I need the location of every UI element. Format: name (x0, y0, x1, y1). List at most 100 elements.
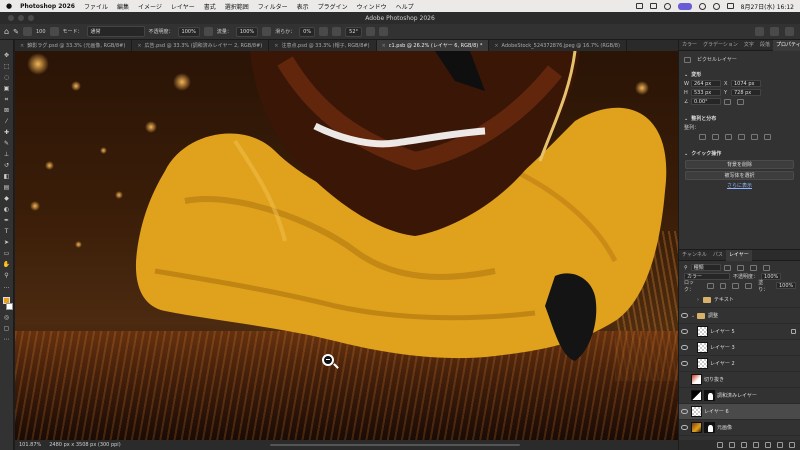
height-field[interactable]: 533 px (691, 89, 721, 96)
airbrush-icon[interactable] (262, 27, 272, 36)
brush-angle-field[interactable]: 52° (345, 26, 363, 37)
chevron-down-icon[interactable]: ⌄ (691, 313, 695, 319)
menu-plugins[interactable]: プラグイン (318, 2, 348, 11)
search-icon[interactable] (770, 27, 779, 36)
opacity-field[interactable]: 100% (177, 26, 200, 37)
menu-image[interactable]: イメージ (138, 2, 162, 11)
y-field[interactable]: 728 px (731, 89, 761, 96)
visibility-eye-icon[interactable] (681, 425, 688, 430)
chevron-right-icon[interactable]: › (697, 297, 701, 303)
filter-pixel-icon[interactable] (723, 264, 731, 271)
remove-background-button[interactable]: 背景を削除 (685, 160, 794, 169)
eraser-tool-icon[interactable]: ◧ (3, 173, 11, 180)
workspace-icon[interactable] (785, 27, 794, 36)
clock[interactable]: 8月27日(水) 16:12 (741, 2, 794, 11)
doc-tab[interactable]: × 注意点.psd @ 33.3% (帽子, RGB/8#) (269, 40, 377, 51)
flow-field[interactable]: 100% (235, 26, 259, 37)
filter-adjust-icon[interactable] (736, 264, 744, 271)
layer-row-original[interactable]: 元画像 (679, 420, 800, 436)
display-icon[interactable] (635, 3, 643, 9)
close-tab-icon[interactable]: × (137, 43, 141, 49)
align-left-icon[interactable] (699, 133, 706, 140)
layer-row-text-group[interactable]: › テキスト (679, 292, 800, 308)
share-icon[interactable] (755, 27, 764, 36)
layer-mask-thumbnail[interactable] (704, 422, 715, 433)
brush-preset-picker[interactable] (22, 27, 32, 36)
layer-style-icon[interactable] (729, 442, 735, 448)
visibility-eye-icon[interactable] (681, 329, 688, 334)
tab-channels[interactable]: チャンネル (679, 250, 710, 261)
control-center-icon[interactable] (726, 3, 734, 9)
tab-character[interactable]: 文字 (741, 40, 757, 51)
crop-tool-icon[interactable]: ⌗ (3, 96, 11, 103)
select-subject-button[interactable]: 被写体を選択 (685, 171, 794, 180)
home-icon[interactable]: ⌂ (4, 27, 9, 36)
brush-tool-icon[interactable]: ✎ (3, 140, 11, 147)
type-tool-icon[interactable]: T (3, 228, 11, 235)
visibility-eye-icon[interactable] (681, 377, 688, 382)
gradient-tool-icon[interactable]: ▤ (3, 184, 11, 191)
creative-cloud-icon[interactable] (663, 2, 671, 10)
object-select-tool-icon[interactable]: ▣ (3, 85, 11, 92)
layer-mask-thumbnail[interactable] (704, 390, 715, 401)
frame-tool-icon[interactable]: ⊠ (3, 107, 11, 114)
tab-paths[interactable]: パス (710, 250, 726, 261)
layer-row-harmonized[interactable]: 調和済みレイヤー (679, 388, 800, 404)
filter-type-icon[interactable] (749, 264, 757, 271)
delete-layer-icon[interactable] (789, 442, 795, 448)
new-adjustment-icon[interactable] (753, 442, 759, 448)
brush-angle-icon[interactable] (332, 27, 342, 36)
lasso-tool-icon[interactable]: ◌ (3, 74, 11, 81)
history-brush-tool-icon[interactable]: ↺ (3, 162, 11, 169)
menu-type[interactable]: 書式 (204, 2, 216, 11)
menu-filter[interactable]: フィルター (258, 2, 288, 11)
menu-file[interactable]: ファイル (84, 2, 108, 11)
brush-settings-icon[interactable] (49, 27, 59, 36)
eyedropper-tool-icon[interactable]: ⁄ (3, 118, 11, 125)
lock-transparent-icon[interactable] (706, 282, 714, 289)
align-bottom-icon[interactable] (764, 133, 771, 140)
shape-tool-icon[interactable]: ▭ (3, 250, 11, 257)
fill-field[interactable]: 100% (775, 282, 796, 289)
lock-all-icon[interactable] (745, 282, 753, 289)
menu-app-name[interactable]: Photoshop 2026 (20, 3, 75, 10)
lock-pixels-icon[interactable] (719, 282, 727, 289)
clone-stamp-tool-icon[interactable]: ⊥ (3, 151, 11, 158)
layer-row-adjust-group[interactable]: ⌄ 調整 (679, 308, 800, 324)
angle-field[interactable]: 0.00° (691, 98, 721, 105)
link-layers-icon[interactable] (717, 442, 723, 448)
tab-properties[interactable]: プロパティ (772, 39, 800, 51)
screen-mode-icon[interactable]: ▢ (3, 325, 11, 332)
menu-select[interactable]: 選択範囲 (225, 2, 249, 11)
doc-tab[interactable]: × 広告.psd @ 33.3% (調和済みレイヤー 2, RGB/8#) (132, 40, 270, 51)
menu-window[interactable]: ウィンドウ (357, 2, 387, 11)
align-right-icon[interactable] (725, 133, 732, 140)
align-section[interactable]: ⌄ 整列と分布 (679, 114, 800, 123)
edit-toolbar-icon[interactable]: ⋯ (3, 336, 11, 343)
wifi-icon[interactable] (698, 2, 706, 10)
document-info[interactable]: 2480 px x 3508 px (300 ppi) (49, 442, 120, 448)
marquee-tool-icon[interactable]: ⬚ (3, 63, 11, 70)
layer-row-5[interactable]: レイヤー 5 (679, 324, 800, 340)
smoothing-field[interactable]: 0% (299, 26, 316, 37)
symmetry-icon[interactable] (379, 27, 389, 36)
layer-row-cutout[interactable]: 切り抜き (679, 372, 800, 388)
close-tab-icon[interactable]: × (382, 43, 386, 49)
visibility-eye-icon[interactable] (681, 313, 688, 318)
align-center-v-icon[interactable] (751, 133, 758, 140)
align-top-icon[interactable] (738, 133, 745, 140)
tab-color[interactable]: カラー (679, 40, 700, 51)
pressure-opacity-icon[interactable] (203, 27, 213, 36)
pen-tool-icon[interactable]: ✒ (3, 217, 11, 224)
close-tab-icon[interactable]: × (494, 43, 498, 49)
visibility-eye-icon[interactable] (681, 361, 688, 366)
move-tool-icon[interactable]: ✥ (3, 52, 11, 59)
tab-layers[interactable]: レイヤー (725, 249, 752, 261)
layer-row-6-selected[interactable]: レイヤー 6 (679, 404, 800, 420)
new-group-icon[interactable] (765, 442, 771, 448)
minimize-window-button[interactable] (18, 15, 24, 21)
doc-tab[interactable]: × 錦影ラグ.psd @ 33.3% (元画像, RGB/8#) (15, 40, 133, 51)
visibility-eye-icon[interactable] (681, 393, 688, 398)
new-layer-icon[interactable] (777, 442, 783, 448)
screen-record-icon[interactable] (677, 2, 692, 10)
